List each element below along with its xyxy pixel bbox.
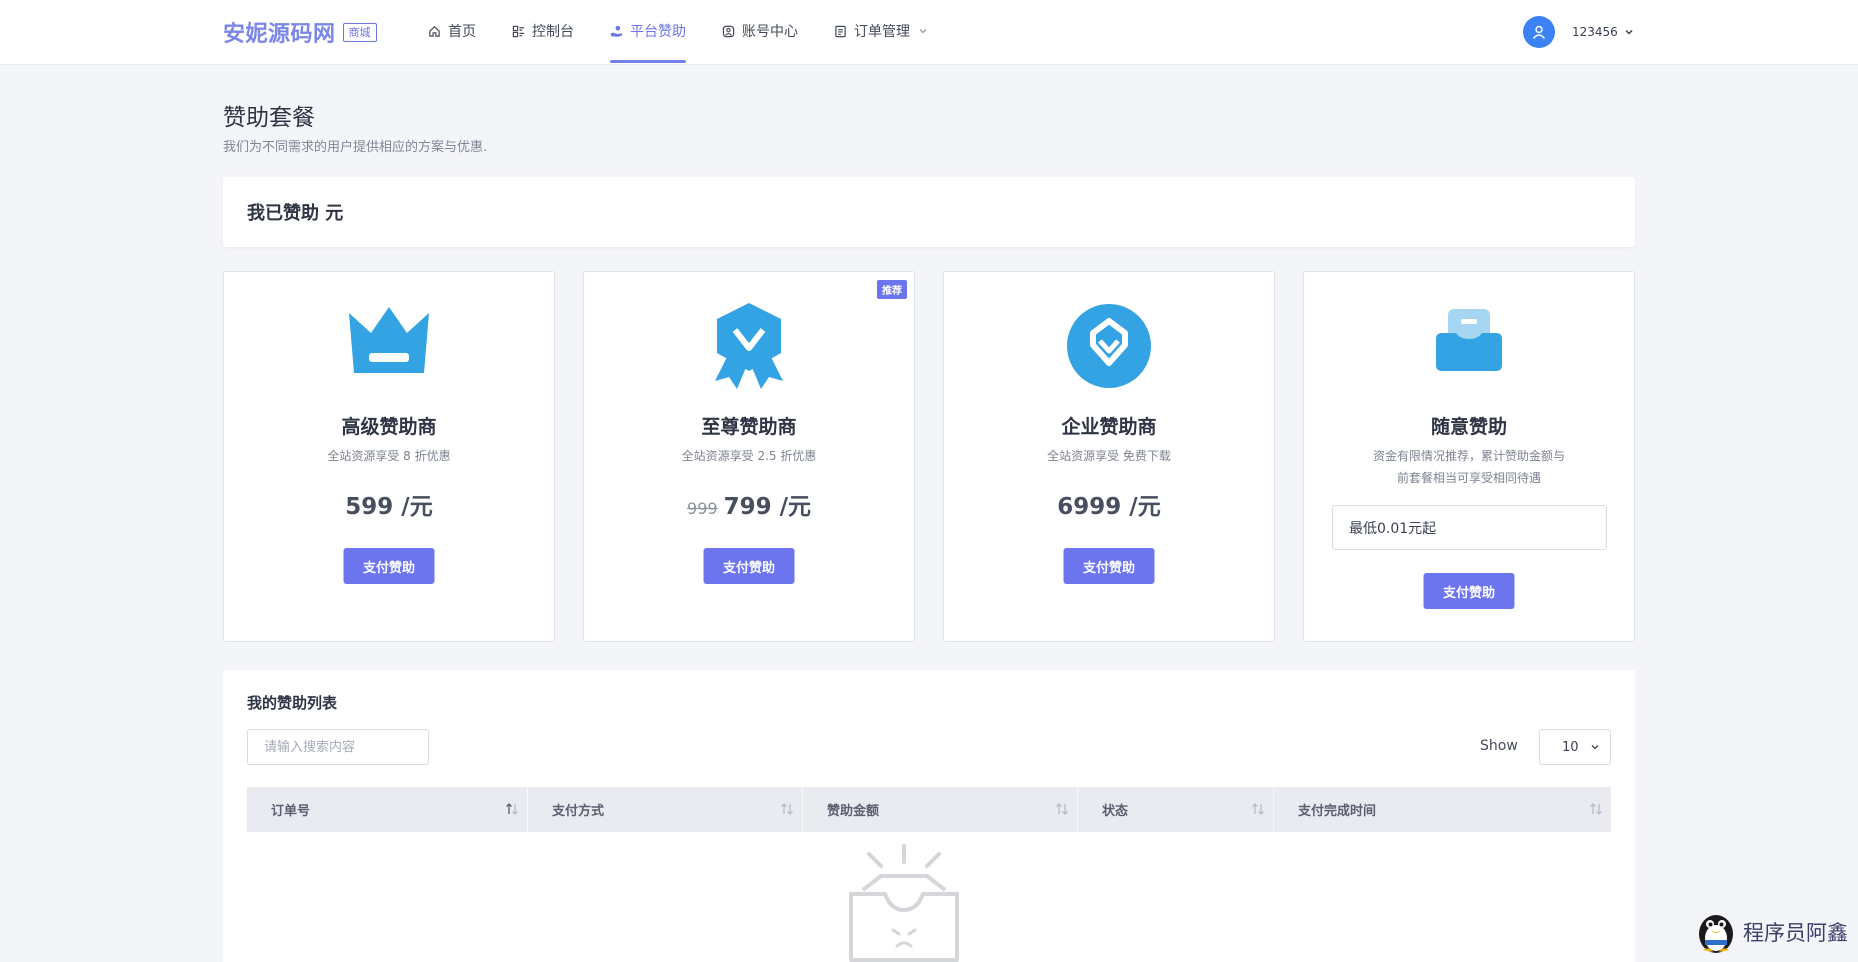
column-header-label: 订单号 bbox=[271, 804, 311, 819]
main-nav: 首页 控制台 平台赞助 账号中心 订单管理 bbox=[428, 0, 964, 65]
plan-price: 999 799 /元 bbox=[584, 487, 914, 521]
nav-item-account[interactable]: 账号中心 bbox=[722, 0, 798, 62]
plan-card-enterprise: 企业赞助商 全站资源享受 免费下载 6999 /元 支付赞助 bbox=[943, 271, 1275, 642]
sort-icon bbox=[1056, 803, 1068, 815]
table-header: 订单号 支付方式 赞助金额 状态 支付完成时间 bbox=[247, 787, 1611, 832]
watermark: 程序员阿鑫 bbox=[1695, 910, 1848, 954]
home-icon bbox=[429, 25, 440, 37]
plan-old-price: 999 bbox=[687, 499, 718, 518]
nav-item-sponsor[interactable]: 平台赞助 bbox=[610, 0, 686, 63]
diamond-icon bbox=[1067, 304, 1151, 388]
crown-icon bbox=[349, 307, 429, 373]
sponsored-summary: 我已赞助 元 bbox=[223, 177, 1635, 247]
avatar[interactable] bbox=[1523, 16, 1555, 48]
custom-amount-input[interactable] bbox=[1332, 505, 1607, 550]
plan-price-value: 6999 /元 bbox=[1057, 494, 1161, 520]
hand-coin-icon bbox=[610, 25, 623, 37]
plan-description-line: 资金有限情况推荐，累计赞助金额与 bbox=[1372, 449, 1565, 463]
wallet-icon bbox=[1436, 309, 1502, 371]
column-header-status[interactable]: 状态 bbox=[1077, 787, 1273, 832]
nav-item-label: 订单管理 bbox=[854, 24, 910, 40]
column-header-label: 赞助金额 bbox=[827, 804, 880, 819]
plan-price: 599 /元 bbox=[224, 487, 554, 521]
search-input[interactable] bbox=[247, 729, 429, 765]
plan-description: 全站资源享受 免费下载 bbox=[1047, 449, 1171, 463]
plan-name: 企业赞助商 bbox=[1061, 416, 1157, 438]
nav-item-dashboard[interactable]: 控制台 bbox=[512, 0, 574, 62]
user-circle-icon bbox=[722, 25, 735, 37]
empty-box-icon bbox=[849, 844, 959, 962]
nav-item-home[interactable]: 首页 bbox=[428, 0, 476, 62]
nav-item-label: 平台赞助 bbox=[630, 24, 686, 40]
page-subtitle: 我们为不同需求的用户提供相应的方案与优惠. bbox=[223, 140, 488, 155]
nav-item-label: 控制台 bbox=[532, 24, 574, 40]
pay-sponsor-button[interactable]: 支付赞助 bbox=[1423, 573, 1515, 609]
sort-icon bbox=[506, 803, 518, 815]
watermark-text: 程序员阿鑫 bbox=[1743, 921, 1848, 945]
column-header-order-no[interactable]: 订单号 bbox=[247, 787, 527, 832]
plan-description-line: 前套餐相当可享受相同待遇 bbox=[1396, 471, 1541, 485]
nav-item-orders[interactable]: 订单管理 bbox=[834, 0, 928, 62]
column-header-paid-time[interactable]: 支付完成时间 bbox=[1273, 787, 1611, 832]
page-size-value: 10 bbox=[1562, 739, 1579, 755]
pay-sponsor-button[interactable]: 支付赞助 bbox=[343, 548, 435, 584]
user-icon bbox=[1532, 25, 1546, 39]
nav-item-label: 账号中心 bbox=[742, 24, 798, 40]
brand-logo[interactable]: 安妮源码网 商城 bbox=[223, 16, 377, 48]
column-header-label: 状态 bbox=[1102, 804, 1129, 819]
plan-card-supreme: 推荐 至尊赞助商 全站资源享受 2.5 折优惠 999 799 /元 支付赞助 bbox=[583, 271, 915, 642]
plan-price-value: 799 /元 bbox=[723, 494, 811, 520]
plan-name: 至尊赞助商 bbox=[701, 416, 797, 438]
top-navigation-bar: 安妮源码网 商城 首页 控制台 平台赞助 账号中心 订单管理 123456 bbox=[0, 0, 1858, 65]
plan-price-value: 599 /元 bbox=[345, 494, 433, 520]
sort-icon bbox=[1590, 803, 1602, 815]
sponsored-amount-text: 我已赞助 元 bbox=[247, 203, 344, 224]
plan-card-advanced: 高级赞助商 全站资源享受 8 折优惠 599 /元 支付赞助 bbox=[223, 271, 555, 642]
plan-description: 资金有限情况推荐，累计赞助金额与 前套餐相当可享受相同待遇 bbox=[1304, 445, 1634, 489]
page-title: 赞助套餐 bbox=[223, 105, 315, 131]
order-icon bbox=[835, 25, 846, 37]
column-header-label: 支付方式 bbox=[552, 804, 605, 819]
column-header-label: 支付完成时间 bbox=[1298, 804, 1377, 819]
chevron-down-icon bbox=[1591, 745, 1599, 750]
plan-name: 高级赞助商 bbox=[341, 416, 437, 438]
sort-icon bbox=[1252, 803, 1264, 815]
plan-name: 随意赞助 bbox=[1430, 416, 1507, 438]
dashboard-icon bbox=[512, 25, 525, 37]
plan-description: 全站资源享受 2.5 折优惠 bbox=[681, 449, 817, 463]
column-header-pay-method[interactable]: 支付方式 bbox=[527, 787, 802, 832]
sponsor-list-panel: 我的赞助列表 Show 10 订单号 支付方式 赞助金额 状态 支付完成时间 bbox=[223, 670, 1635, 962]
column-header-amount[interactable]: 赞助金额 bbox=[802, 787, 1077, 832]
sort-icon bbox=[781, 803, 793, 815]
page-size-label: Show bbox=[1480, 738, 1518, 754]
penguin-icon bbox=[1699, 915, 1733, 953]
chevron-down-icon bbox=[919, 29, 927, 34]
nav-item-label: 首页 bbox=[448, 24, 476, 40]
chevron-down-icon bbox=[1625, 29, 1633, 35]
plan-card-custom: 随意赞助 资金有限情况推荐，累计赞助金额与 前套餐相当可享受相同待遇 支付赞助 bbox=[1303, 271, 1635, 642]
pay-sponsor-button[interactable]: 支付赞助 bbox=[703, 548, 795, 584]
brand-badge: 商城 bbox=[342, 22, 377, 42]
page-size-select[interactable]: 10 bbox=[1539, 729, 1611, 765]
plan-description: 全站资源享受 8 折优惠 bbox=[327, 449, 451, 463]
recommended-badge: 推荐 bbox=[877, 280, 907, 299]
medal-icon bbox=[715, 303, 783, 389]
brand-name: 安妮源码网 bbox=[223, 22, 336, 47]
user-menu[interactable]: 123456 bbox=[1523, 16, 1634, 48]
pay-sponsor-button[interactable]: 支付赞助 bbox=[1063, 548, 1155, 584]
user-name: 123456 bbox=[1572, 25, 1618, 39]
plan-price: 6999 /元 bbox=[944, 487, 1274, 521]
list-title: 我的赞助列表 bbox=[247, 694, 338, 712]
